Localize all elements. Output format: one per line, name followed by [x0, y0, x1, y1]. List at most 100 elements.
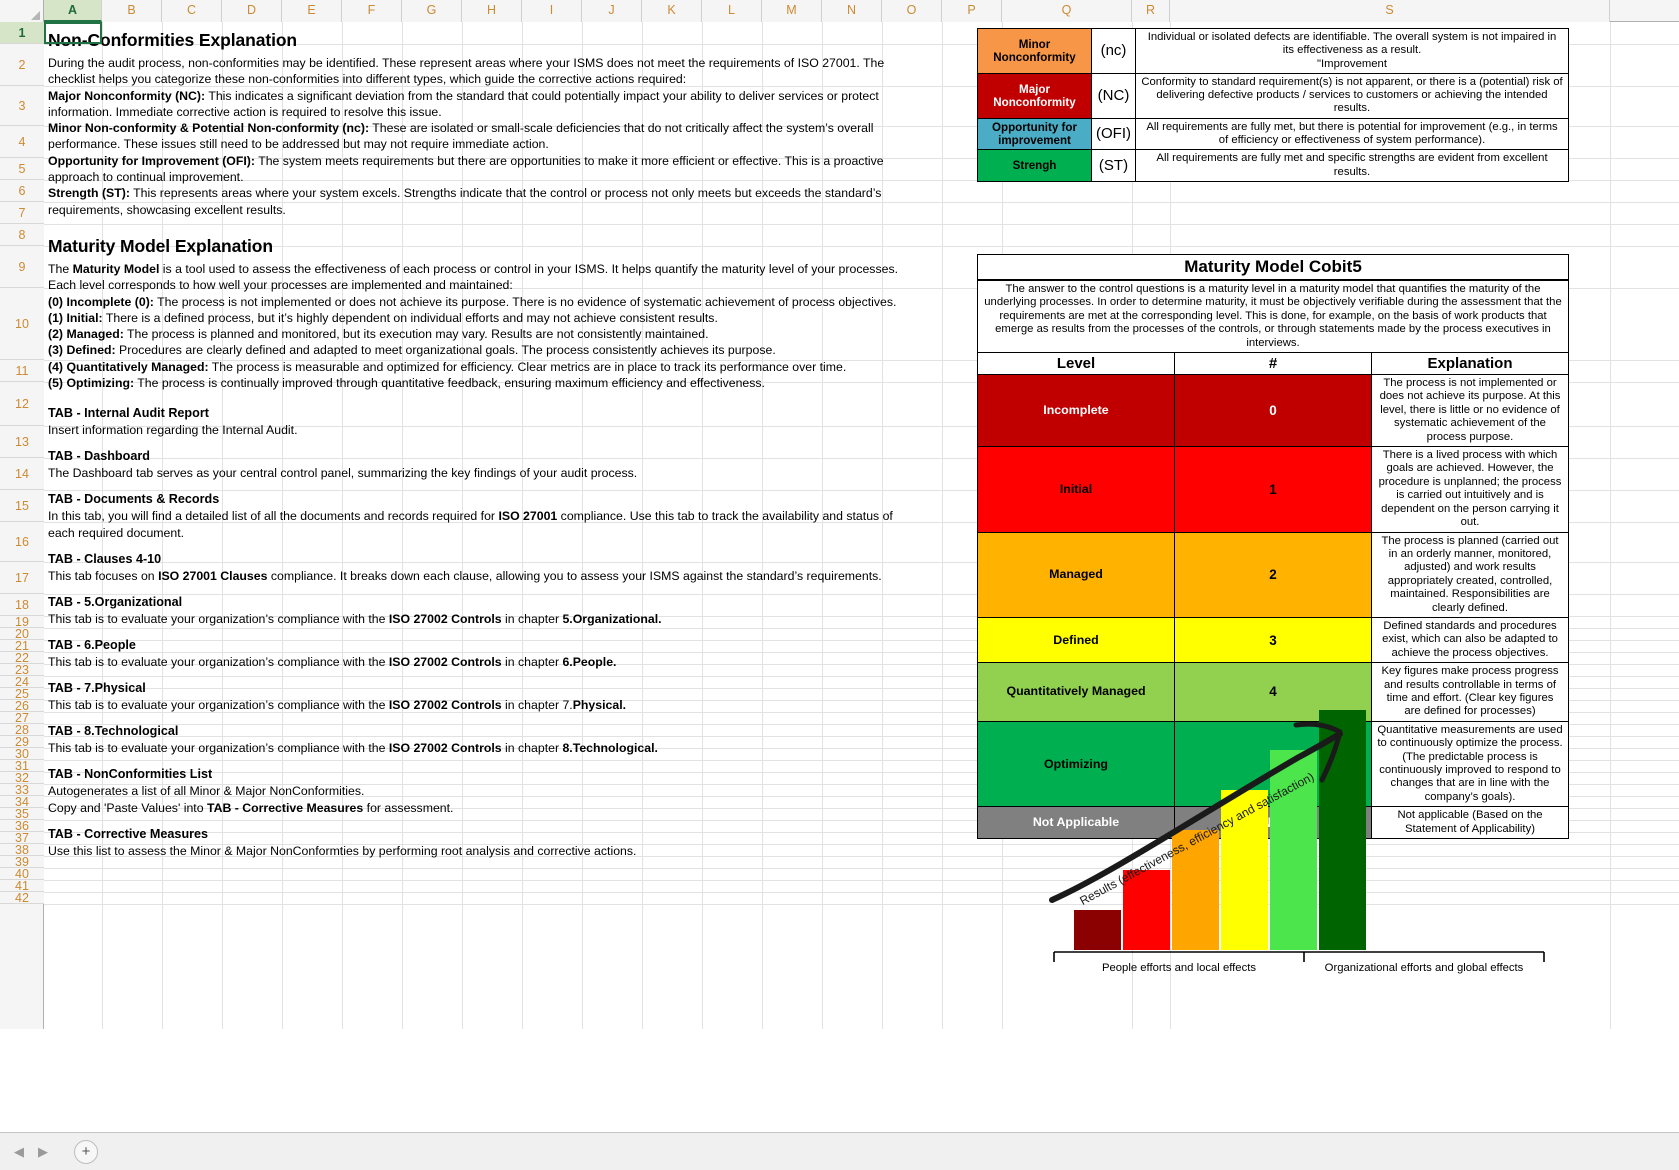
row-header-17[interactable]: 17	[0, 562, 44, 594]
maturity-row: Initial 1 There is a lived process with wh…	[977, 446, 1569, 533]
maturity-header-explanation: Explanation	[1371, 352, 1569, 376]
column-header-m[interactable]: M	[762, 0, 822, 22]
column-header-l[interactable]: L	[702, 0, 762, 22]
row-header-6[interactable]: 6	[0, 180, 44, 202]
column-header-e[interactable]: E	[282, 0, 342, 22]
nc-major-line2: information. Immediate corrective action…	[48, 104, 442, 119]
maturity-intro-row: The answer to the control questions is a…	[977, 279, 1569, 354]
line-emphasis-2: 5.Organizational.	[562, 612, 662, 627]
tab-section-spacer	[48, 439, 914, 448]
mm-level-1-text: There is a defined process, but it’s hig…	[102, 310, 718, 325]
maturity-level-number: 2	[1174, 531, 1372, 618]
row-header-15[interactable]: 15	[0, 490, 44, 522]
grid-vline	[942, 22, 943, 1029]
row-header-14[interactable]: 14	[0, 458, 44, 490]
row-header-18[interactable]: 18	[0, 594, 44, 616]
mm-level-4: (4) Quantitatively Managed: The process …	[48, 359, 914, 375]
row-header-8[interactable]: 8	[0, 224, 44, 246]
row-header-9[interactable]: 9	[0, 246, 44, 288]
add-sheet-button[interactable]: +	[74, 1139, 98, 1164]
legend-label: Strengh	[977, 149, 1092, 182]
legend-label: Opportunity for improvement	[977, 117, 1092, 151]
column-header-h[interactable]: H	[462, 0, 522, 22]
tab-section-spacer	[48, 542, 914, 551]
sheet-canvas[interactable]: Non-Conformities Explanation During the …	[44, 22, 1679, 1029]
row-header-column: 1 2 3 4 5 6 7 8 9 10 11 12 13 14 15 16 17 18 19 20 21 22 23 24 2…	[0, 22, 44, 1029]
row-header-3[interactable]: 3	[0, 86, 44, 126]
row-header-4[interactable]: 4	[0, 126, 44, 158]
tab-section-heading: TAB - 5.Organizational	[48, 595, 183, 610]
mm-level-0: (0) Incomplete (0): The process is not i…	[48, 294, 914, 310]
nc-st-text: This represents areas where your system …	[129, 186, 882, 201]
row-header-1[interactable]: 1	[0, 22, 44, 44]
legend-row: Strengh (ST) All requirements are fully me…	[977, 149, 1569, 182]
nc-minor-line2: performance. These issues still need to …	[48, 137, 549, 152]
tab-section-line: each required document.	[48, 525, 914, 542]
maturity-level-number: 1	[1174, 446, 1372, 533]
column-header-o[interactable]: O	[882, 0, 942, 22]
sheet-nav-next-icon[interactable]: ▶	[38, 1144, 48, 1160]
mm-level-3-text: Procedures are clearly defined and adapt…	[115, 343, 776, 358]
tab-section-spacer	[48, 757, 914, 766]
nc-st-line2: requirements, showcasing excellent resul…	[48, 202, 286, 217]
row-header-2[interactable]: 2	[0, 44, 44, 86]
mm-level-4-label: (4) Quantitatively Managed:	[48, 359, 209, 374]
line-text-2: in chapter	[501, 612, 563, 627]
maturity-level-name: Managed	[977, 531, 1175, 618]
column-header-c[interactable]: C	[162, 0, 222, 22]
tab-section-line: This tab is to evaluate your organizatio…	[48, 611, 914, 628]
column-header-p[interactable]: P	[942, 0, 1002, 22]
line-text: In this tab, you will find a detailed li…	[48, 509, 499, 524]
line-emphasis: ISO 27002 Controls	[388, 655, 502, 670]
sheet-nav-arrows[interactable]: ◀ ▶	[6, 1144, 62, 1160]
tab-section-heading: TAB - 6.People	[48, 638, 136, 653]
column-header-i[interactable]: I	[522, 0, 582, 22]
column-header-s[interactable]: S	[1170, 0, 1610, 22]
line-text-2: in chapter	[501, 655, 563, 670]
column-header-r[interactable]: R	[1132, 0, 1170, 22]
legend-description: All requirements are fully met, but ther…	[1135, 117, 1569, 151]
column-header-q[interactable]: Q	[1002, 0, 1132, 22]
corner-triangle-icon	[31, 11, 40, 20]
tab-section-spacer	[48, 860, 914, 869]
column-header-k[interactable]: K	[642, 0, 702, 22]
mm-level-5-text: The process is continually improved thro…	[134, 376, 765, 391]
maturity-level-number: 3	[1174, 616, 1372, 664]
column-header-b[interactable]: B	[102, 0, 162, 22]
legend-label: Minor Nonconformity	[977, 28, 1092, 74]
column-header-n[interactable]: N	[822, 0, 882, 22]
row-header-11[interactable]: 11	[0, 360, 44, 382]
row-header-16[interactable]: 16	[0, 522, 44, 562]
line-text: Copy and 'Paste Values' into	[48, 801, 207, 816]
select-all-corner[interactable]	[0, 0, 44, 22]
column-header-a[interactable]: A	[44, 0, 102, 22]
chart-bar	[1074, 910, 1121, 950]
mm-level-3: (3) Defined: Procedures are clearly defi…	[48, 342, 914, 358]
row-header-5[interactable]: 5	[0, 158, 44, 180]
legend-row: Minor Nonconformity (nc) Individual or iso…	[977, 28, 1569, 74]
line-text: This tab focuses on	[48, 569, 159, 584]
nc-minor-text: These are isolated or small-scale defici…	[369, 121, 874, 136]
mm-intro-pre: The	[48, 261, 73, 276]
row-header-42[interactable]: 42	[0, 891, 44, 905]
row-header-10[interactable]: 10	[0, 288, 44, 360]
column-header-g[interactable]: G	[402, 0, 462, 22]
sheet-nav-prev-icon[interactable]: ◀	[14, 1144, 24, 1160]
nc-st-line1: Strength (ST): This represents areas whe…	[48, 185, 914, 201]
row-header-13[interactable]: 13	[0, 426, 44, 458]
row-header-12[interactable]: 12	[0, 382, 44, 426]
maturity-bar-chart: Results (effectiveness, efficiency and s…	[1044, 662, 1584, 1012]
maturity-level-explanation: The process is planned (carried out in a…	[1371, 531, 1569, 618]
mm-intro-bold: Maturity Model	[72, 261, 160, 276]
maturity-level-name: Incomplete	[977, 374, 1175, 448]
tab-section-line: This tab is to evaluate your organizatio…	[48, 740, 914, 757]
column-header-j[interactable]: J	[582, 0, 642, 22]
column-header-f[interactable]: F	[342, 0, 402, 22]
nonconformities-heading: Non-Conformities Explanation	[48, 30, 298, 50]
column-header-d[interactable]: D	[222, 0, 282, 22]
line-emphasis-2: Physical.	[572, 698, 627, 713]
row-header-7[interactable]: 7	[0, 202, 44, 224]
tab-section-line: In this tab, you will find a detailed li…	[48, 508, 914, 525]
tab-section-spacer	[48, 817, 914, 826]
legend-code: (nc)	[1091, 28, 1136, 74]
